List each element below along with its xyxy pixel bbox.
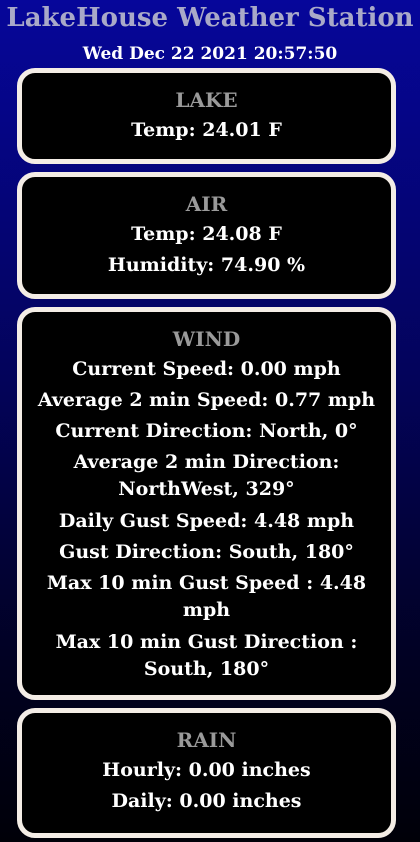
wind-heading: WIND: [172, 327, 241, 351]
wind-daily-gust-speed: Daily Gust Speed: 4.48 mph: [58, 510, 355, 532]
wind-current-speed: Current Speed: 0.00 mph: [72, 358, 341, 380]
wind-current-direction: Current Direction: North, 0°: [55, 420, 358, 442]
lake-card: LAKE Temp: 24.01 F: [17, 68, 396, 164]
wind-avg-2min-direction: Average 2 min Direction: NorthWest, 329°: [73, 451, 340, 500]
page-title: LakeHouse Weather Station: [6, 3, 414, 33]
wind-card: WIND Current Speed: 0.00 mph Average 2 m…: [17, 307, 396, 700]
air-temp: Temp: 24.08 F: [131, 223, 282, 245]
wind-max-10min-gust-direction: Max 10 min Gust Direction : South, 180°: [55, 631, 358, 680]
current-datetime: Wed Dec 22 2021 20:57:50: [82, 44, 338, 64]
lake-temp: Temp: 24.01 F: [131, 119, 282, 141]
lake-heading: LAKE: [175, 88, 238, 112]
air-humidity: Humidity: 74.90 %: [107, 254, 306, 276]
air-heading: AIR: [185, 192, 228, 216]
rain-hourly: Hourly: 0.00 inches: [102, 759, 311, 781]
rain-card: RAIN Hourly: 0.00 inches Daily: 0.00 inc…: [17, 708, 396, 838]
wind-max-10min-gust-speed: Max 10 min Gust Speed : 4.48 mph: [46, 572, 367, 621]
rain-daily: Daily: 0.00 inches: [111, 790, 302, 812]
wind-gust-direction: Gust Direction: South, 180°: [59, 541, 354, 563]
rain-heading: RAIN: [176, 728, 237, 752]
wind-avg-2min-speed: Average 2 min Speed: 0.77 mph: [37, 389, 376, 411]
air-card: AIR Temp: 24.08 F Humidity: 74.90 %: [17, 172, 396, 299]
